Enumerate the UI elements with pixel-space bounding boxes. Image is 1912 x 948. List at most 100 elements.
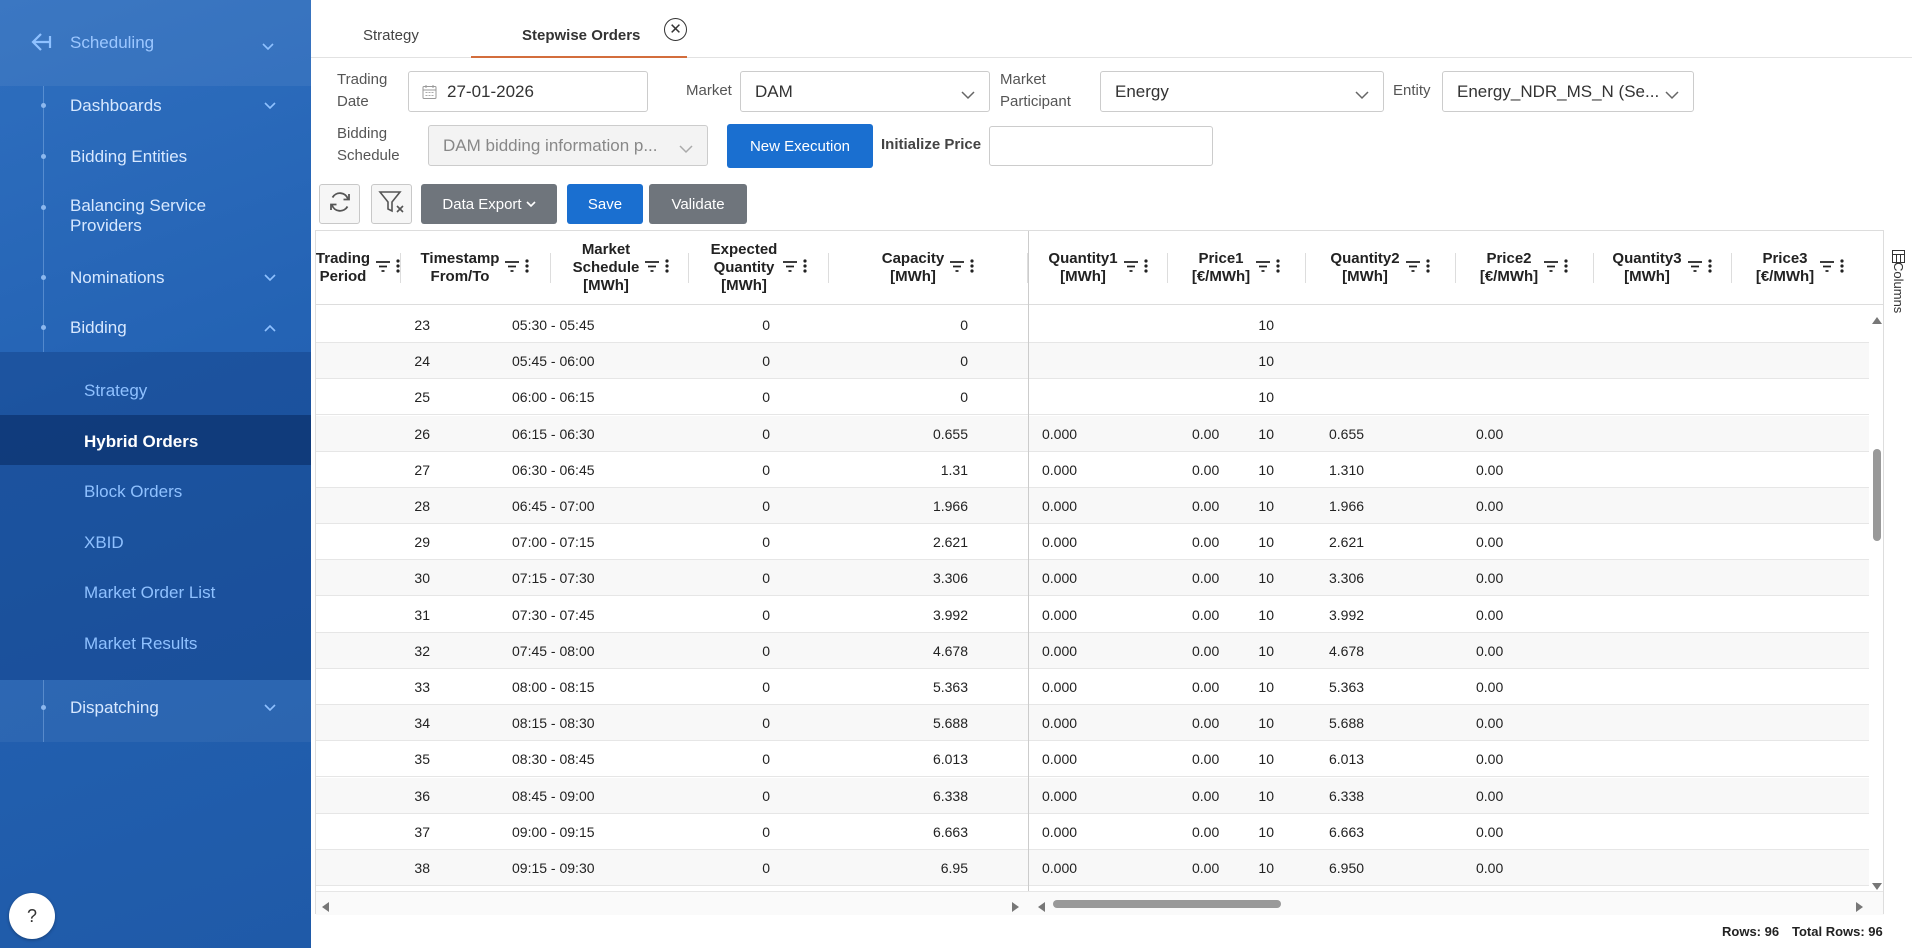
table-cell[interactable]: 0.00 <box>1476 814 1576 850</box>
column-menu-icon[interactable] <box>525 258 530 278</box>
sidebar-item-dashboards[interactable]: Dashboards <box>0 94 311 118</box>
table-cell[interactable]: 0.00 <box>1192 850 1302 886</box>
column-filter-icon[interactable] <box>376 259 391 277</box>
sidebar-item-bidding[interactable]: Bidding <box>0 316 311 340</box>
scroll-left-icon[interactable] <box>322 899 329 917</box>
table-row[interactable]: 27 06:30 - 06:45 0 1.31 10 0.000 0.00 1.310 0.00 <box>316 452 1869 488</box>
table-cell[interactable] <box>1476 307 1576 343</box>
column-header[interactable]: Price2 [€/MWh] <box>1455 231 1593 305</box>
table-cell[interactable] <box>1476 379 1576 415</box>
table-cell[interactable]: 5.363 <box>1329 669 1429 705</box>
column-filter-icon[interactable] <box>1687 259 1702 277</box>
table-cell[interactable]: 2.621 <box>1329 524 1429 560</box>
column-filter-icon[interactable] <box>1820 259 1835 277</box>
table-cell[interactable]: 0.00 <box>1192 452 1302 488</box>
sidebar-item-dispatching[interactable]: Dispatching <box>0 696 311 720</box>
table-row[interactable]: 38 09:15 - 09:30 0 6.95 10 0.000 0.00 6.950 0.00 <box>316 850 1869 886</box>
sidebar-subitem-xbid[interactable]: XBID <box>84 533 124 553</box>
chevron-down-icon[interactable] <box>262 700 278 716</box>
chevron-up-icon[interactable] <box>262 320 278 336</box>
table-cell[interactable]: 0.00 <box>1476 705 1576 741</box>
table-cell[interactable]: 0.00 <box>1192 814 1302 850</box>
refresh-button[interactable] <box>319 184 360 224</box>
sidebar-item-nominations[interactable]: Nominations <box>0 266 311 290</box>
table-row[interactable]: 28 06:45 - 07:00 0 1.966 10 0.000 0.00 1.966 0.0… <box>316 488 1869 524</box>
column-resize-handle[interactable] <box>828 253 829 283</box>
column-header[interactable]: Capacity [MWh] <box>828 231 1028 305</box>
table-cell[interactable]: 0.000 <box>1042 814 1142 850</box>
entity-select[interactable]: Energy_NDR_MS_N (Se... <box>1442 71 1694 112</box>
column-menu-icon[interactable] <box>970 258 974 278</box>
scroll-left-icon[interactable] <box>1038 899 1045 917</box>
table-cell[interactable]: 0.000 <box>1042 416 1142 452</box>
trading-date-input[interactable]: 27-01-2026 <box>408 71 648 112</box>
tab-strategy[interactable]: Strategy <box>363 27 419 44</box>
vertical-scroll-thumb[interactable] <box>1873 449 1881 541</box>
table-cell[interactable]: 0.00 <box>1476 778 1576 814</box>
table-cell[interactable]: 6.338 <box>1329 778 1429 814</box>
column-resize-handle[interactable] <box>1593 253 1594 283</box>
sidebar-item-bidding-entities[interactable]: Bidding Entities <box>0 145 311 169</box>
column-menu-icon[interactable] <box>1143 258 1148 278</box>
sidebar-item-balancing-service-providers[interactable]: Balancing Service Providers <box>0 196 311 240</box>
table-cell[interactable]: 0.000 <box>1042 524 1142 560</box>
table-cell[interactable]: 0.00 <box>1476 633 1576 669</box>
clear-filters-button[interactable] <box>371 184 412 224</box>
table-cell[interactable]: 6.663 <box>1329 814 1429 850</box>
save-button[interactable]: Save <box>567 184 643 224</box>
table-row[interactable]: 33 08:00 - 08:15 0 5.363 10 0.000 0.00 5.363 0.0… <box>316 669 1869 705</box>
table-row[interactable]: 25 06:00 - 06:15 0 0 10 <box>316 379 1869 416</box>
column-menu-icon[interactable] <box>1276 258 1280 278</box>
table-cell[interactable]: 6.950 <box>1329 850 1429 886</box>
close-tab-icon[interactable]: ✕ <box>664 18 687 41</box>
column-header[interactable]: Price1 [€/MWh] <box>1167 231 1305 305</box>
column-filter-icon[interactable] <box>1123 259 1138 277</box>
sidebar-subitem-market-results[interactable]: Market Results <box>84 634 197 654</box>
table-row[interactable]: 32 07:45 - 08:00 0 4.678 10 0.000 0.00 4.678 0.0… <box>316 632 1869 669</box>
column-resize-handle[interactable] <box>1731 253 1732 283</box>
table-cell[interactable]: 0.000 <box>1042 705 1142 741</box>
table-cell[interactable] <box>1042 343 1142 379</box>
scroll-right-icon[interactable] <box>1856 899 1863 917</box>
table-cell[interactable]: 0.00 <box>1476 669 1576 705</box>
column-resize-handle[interactable] <box>550 253 551 283</box>
column-resize-handle[interactable] <box>688 253 689 283</box>
table-cell[interactable]: 0.000 <box>1042 633 1142 669</box>
column-menu-icon[interactable] <box>1564 258 1568 278</box>
table-cell[interactable]: 0.00 <box>1476 416 1576 452</box>
column-menu-icon[interactable] <box>1425 258 1430 278</box>
scroll-right-icon[interactable] <box>1012 899 1019 917</box>
column-menu-icon[interactable] <box>1840 258 1844 278</box>
table-cell[interactable]: 0.00 <box>1476 488 1576 524</box>
table-cell[interactable]: 0.655 <box>1329 416 1429 452</box>
table-cell[interactable]: 0.000 <box>1042 741 1142 777</box>
table-cell[interactable] <box>1329 307 1429 343</box>
table-cell[interactable]: 0.00 <box>1476 524 1576 560</box>
table-cell[interactable] <box>1476 343 1576 379</box>
table-cell[interactable]: 4.678 <box>1329 633 1429 669</box>
table-row[interactable]: 23 05:30 - 05:45 0 0 10 <box>316 307 1869 343</box>
table-cell[interactable] <box>1042 307 1142 343</box>
table-cell[interactable]: 0.00 <box>1192 524 1302 560</box>
column-menu-icon[interactable] <box>665 258 669 278</box>
table-cell[interactable] <box>1329 343 1429 379</box>
table-row[interactable]: 31 07:30 - 07:45 0 3.992 10 0.000 0.00 3.992 0.0… <box>316 597 1869 633</box>
table-cell[interactable]: 6.013 <box>1329 741 1429 777</box>
market-select[interactable]: DAM <box>740 71 990 112</box>
table-cell[interactable]: 0.000 <box>1042 850 1142 886</box>
column-filter-icon[interactable] <box>645 259 660 277</box>
column-header[interactable]: Quantity2 [MWh] <box>1305 231 1455 305</box>
table-row[interactable]: 26 06:15 - 06:30 0 0.655 10 0.000 0.00 0.655 0.0… <box>316 415 1869 452</box>
sidebar-subitem-block-orders[interactable]: Block Orders <box>84 482 182 502</box>
column-header[interactable]: Market Schedule [MWh] <box>552 231 690 305</box>
table-row[interactable]: 30 07:15 - 07:30 0 3.306 10 0.000 0.00 3.306 0.0… <box>316 560 1869 597</box>
table-row[interactable]: 34 08:15 - 08:30 0 5.688 10 0.000 0.00 5.688 0.0… <box>316 705 1869 742</box>
column-filter-icon[interactable] <box>1256 259 1271 277</box>
back-arrow-icon[interactable] <box>30 32 52 57</box>
table-cell[interactable]: 0.00 <box>1192 633 1302 669</box>
chevron-down-icon[interactable] <box>262 36 274 56</box>
table-row[interactable]: 37 09:00 - 09:15 0 6.663 10 0.000 0.00 6.663 0.0… <box>316 814 1869 850</box>
column-resize-handle[interactable] <box>1305 253 1306 283</box>
column-resize-handle[interactable] <box>1167 253 1168 283</box>
table-cell[interactable]: 0.00 <box>1192 741 1302 777</box>
